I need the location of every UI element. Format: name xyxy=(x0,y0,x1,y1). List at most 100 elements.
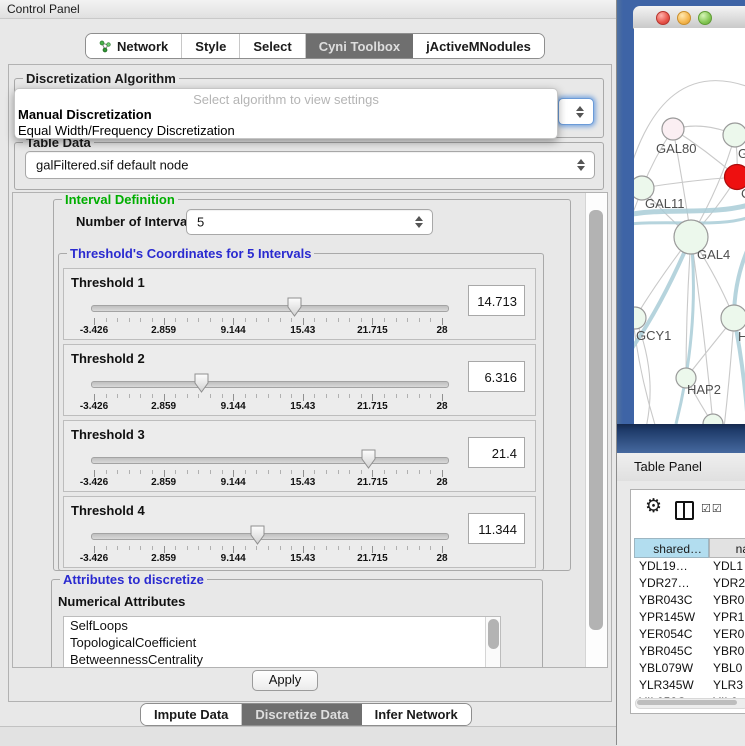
tick-mark xyxy=(396,546,397,550)
tab-select[interactable]: Select xyxy=(240,34,305,58)
tick-mark xyxy=(233,546,234,553)
network-node-green[interactable] xyxy=(723,123,745,147)
tick-label: 21.715 xyxy=(357,325,388,336)
threshold-slider-thumb[interactable] xyxy=(360,449,377,469)
tick-mark xyxy=(187,546,188,550)
tick-mark xyxy=(280,318,281,322)
tab-cyni-toolbox[interactable]: Cyni Toolbox xyxy=(306,34,413,58)
tab-infer-network[interactable]: Infer Network xyxy=(362,704,471,725)
threshold-slider-track[interactable] xyxy=(91,381,449,388)
tick-mark xyxy=(338,394,339,398)
settings-scroll-panel: Interval Definition Number of Intervals … xyxy=(12,192,608,668)
table-data-combobox[interactable]: galFiltered.sif default node xyxy=(25,151,595,179)
attribute-list-item[interactable]: SelfLoops xyxy=(64,617,500,634)
threshold-value-field[interactable]: 21.4 xyxy=(468,437,525,468)
tick-mark xyxy=(268,394,269,398)
algorithm-fieldset-title: Discretization Algorithm xyxy=(23,71,179,86)
threshold-value-field[interactable]: 11.344 xyxy=(468,513,525,544)
tick-mark xyxy=(372,546,373,553)
attributes-list-scrollbar[interactable] xyxy=(485,617,500,668)
table-row[interactable]: YPR145W YPR1 xyxy=(634,609,745,626)
tab-impute-data[interactable]: Impute Data xyxy=(141,704,242,725)
tick-mark xyxy=(222,546,223,550)
threshold-slider-track[interactable] xyxy=(91,533,449,540)
tick-mark xyxy=(349,394,350,398)
tick-mark xyxy=(129,394,130,398)
tick-mark xyxy=(117,470,118,474)
tick-label: 2.859 xyxy=(151,401,176,412)
network-edge[interactable] xyxy=(642,177,737,188)
threshold-slider-thumb[interactable] xyxy=(286,297,303,317)
network-node-label: HAP2 xyxy=(687,382,721,397)
tick-mark xyxy=(140,318,141,322)
network-edge[interactable] xyxy=(724,318,734,424)
column-header-name[interactable]: na xyxy=(709,538,745,558)
tick-mark xyxy=(314,470,315,474)
network-node-pink[interactable] xyxy=(662,118,684,140)
tick-mark xyxy=(396,394,397,398)
dropdown-placeholder-option[interactable]: Select algorithm to view settings xyxy=(15,92,557,107)
cell-name: YPR1 xyxy=(713,609,744,626)
network-window-titlebar[interactable] xyxy=(633,6,745,29)
tick-mark xyxy=(419,318,420,322)
tick-mark xyxy=(338,546,339,550)
network-node-label: GAL80 xyxy=(656,141,696,156)
threshold-slider-thumb[interactable] xyxy=(249,525,266,545)
close-traffic-icon[interactable] xyxy=(656,11,670,25)
table-panel-title: Table Panel xyxy=(634,459,702,474)
number-of-intervals-combobox[interactable]: 5 xyxy=(186,209,433,235)
threshold-value-field[interactable]: 14.713 xyxy=(468,285,525,316)
tick-mark xyxy=(175,318,176,322)
tick-mark xyxy=(419,546,420,550)
tab-label: Style xyxy=(195,39,226,54)
network-node-green[interactable] xyxy=(721,305,745,331)
network-node-green[interactable] xyxy=(703,414,723,424)
tick-mark xyxy=(326,546,327,550)
threshold-value-field[interactable]: 6.316 xyxy=(468,361,525,392)
tab-discretize-data[interactable]: Discretize Data xyxy=(242,704,361,725)
algorithm-combobox[interactable] xyxy=(558,98,594,125)
table-row[interactable]: YBR045CYBR0 xyxy=(634,643,745,660)
tab-network[interactable]: Network xyxy=(86,34,182,58)
cell-shared-name: YPR145W xyxy=(639,609,695,626)
threshold-slider-track[interactable] xyxy=(91,457,449,464)
table-row[interactable]: YLR345WYLR3 xyxy=(634,677,745,694)
tick-mark xyxy=(152,470,153,474)
tick-mark xyxy=(129,318,130,322)
tick-mark xyxy=(94,394,95,401)
minimize-traffic-icon[interactable] xyxy=(677,11,691,25)
dropdown-option-equal-width[interactable]: Equal Width/Frequency Discretization xyxy=(18,123,235,138)
tick-mark xyxy=(198,394,199,398)
column-header-shared[interactable]: shared… xyxy=(634,538,709,558)
table-row[interactable]: YER054CYER0 xyxy=(634,626,745,643)
dropdown-option-manual[interactable]: Manual Discretization xyxy=(18,107,152,122)
tab-jactivemnodules[interactable]: jActiveMNodules xyxy=(413,34,544,58)
tick-mark xyxy=(140,470,141,474)
attribute-list-item[interactable]: TopologicalCoefficient xyxy=(64,634,500,651)
table-horizontal-scrollbar[interactable] xyxy=(635,698,745,709)
tick-mark xyxy=(106,318,107,322)
tick-mark xyxy=(303,394,304,401)
apply-button[interactable]: Apply xyxy=(252,670,318,691)
tick-mark xyxy=(268,470,269,474)
control-panel: Control Panel ✕ NetworkStyleSelectCyni T… xyxy=(0,0,616,745)
network-canvas[interactable]: GAL80GCGAL11GAL4GCY1HHAP2 xyxy=(634,28,745,424)
table-row[interactable]: YDL19…YDL1 xyxy=(634,558,745,575)
attribute-list-item[interactable]: BetweennessCentrality xyxy=(64,651,500,668)
tick-mark xyxy=(106,470,107,474)
threshold-slider-track[interactable] xyxy=(91,305,449,312)
split-columns-icon[interactable] xyxy=(675,501,694,520)
table-row[interactable]: YBL079WYBL0 xyxy=(634,660,745,677)
table-panel-titlebar[interactable]: Table Panel xyxy=(617,453,745,482)
table-row[interactable]: YBR043CYBR0 xyxy=(634,592,745,609)
threshold-slider-thumb[interactable] xyxy=(193,373,210,393)
tick-mark xyxy=(129,470,130,474)
zoom-traffic-icon[interactable] xyxy=(698,11,712,25)
table-row[interactable]: YDR27…YDR2 xyxy=(634,575,745,592)
tab-style[interactable]: Style xyxy=(182,34,240,58)
select-columns-icon[interactable]: ☑☑ xyxy=(701,502,723,515)
panel-vertical-scrollbar[interactable] xyxy=(585,193,607,667)
tick-mark xyxy=(303,470,304,477)
gear-icon[interactable]: ⚙ xyxy=(645,496,662,518)
right-section: GAL80GCGAL11GAL4GCY1HHAP2 Table Panel ⚙ … xyxy=(616,0,745,745)
